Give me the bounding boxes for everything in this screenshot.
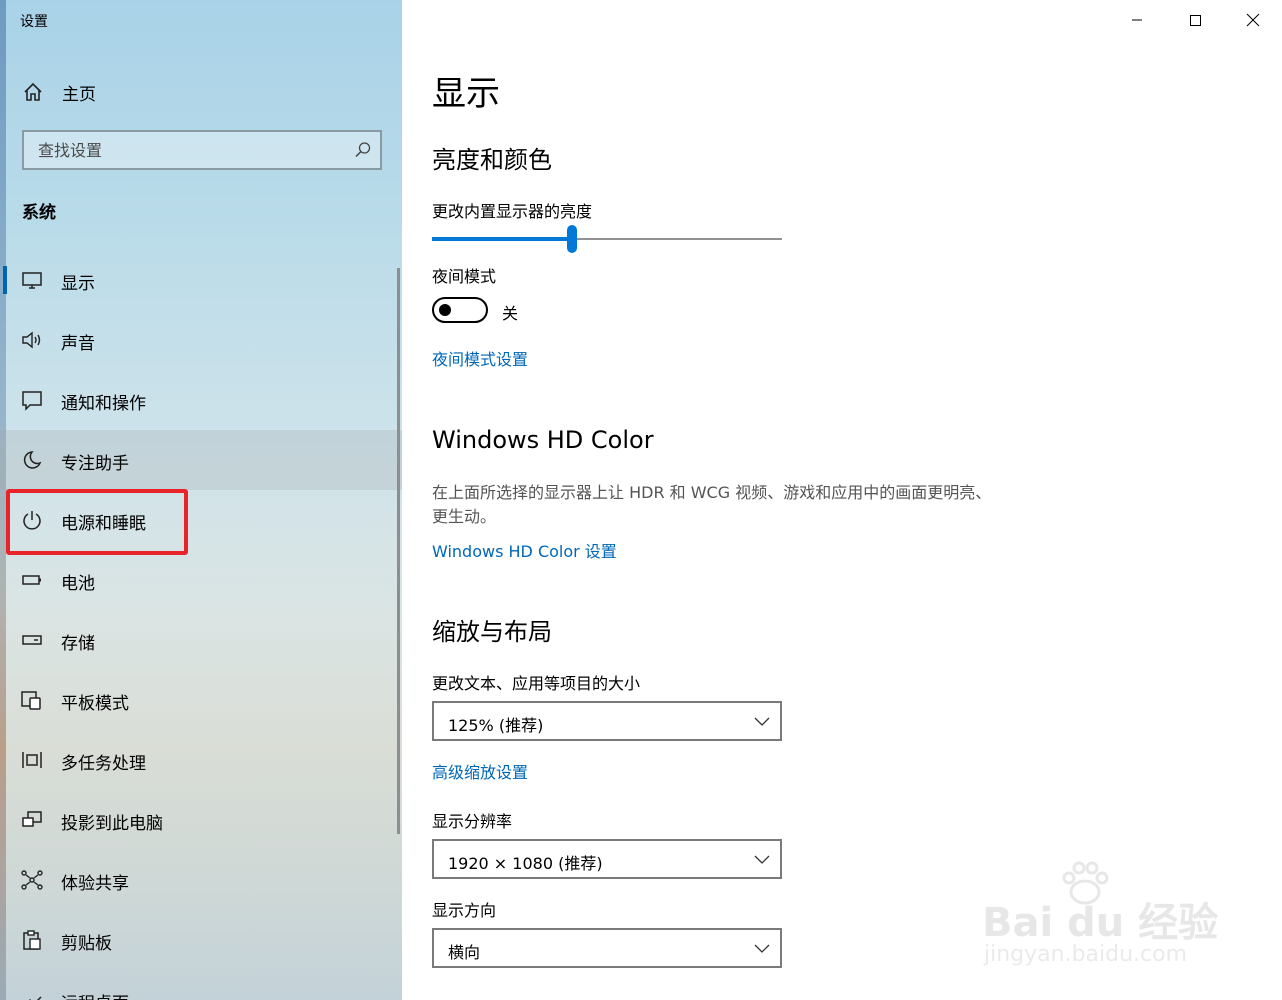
search-input[interactable] bbox=[24, 132, 344, 168]
search-box[interactable] bbox=[22, 130, 382, 170]
battery-icon bbox=[22, 575, 41, 585]
search-icon[interactable] bbox=[354, 141, 372, 159]
remote-desktop-icon bbox=[28, 996, 42, 1000]
sidebar: 设置 主页 系统 显示 声音 bbox=[0, 0, 402, 1000]
project-icon bbox=[22, 811, 42, 827]
sidebar-item-label: 存储 bbox=[61, 634, 95, 654]
hd-color-description: 在上面所选择的显示器上让 HDR 和 WCG 视频、游戏和应用中的画面更明亮、更… bbox=[432, 483, 992, 526]
resolution-dropdown[interactable]: 1920 × 1080 (推荐) bbox=[432, 839, 782, 879]
chevron-down-icon bbox=[754, 717, 770, 726]
moon-icon bbox=[23, 451, 42, 469]
sidebar-scrollbar[interactable] bbox=[397, 268, 400, 834]
sidebar-item-storage[interactable]: 存储 bbox=[0, 610, 402, 670]
close-icon[interactable] bbox=[1230, 4, 1276, 36]
orientation-dropdown[interactable]: 横向 bbox=[432, 928, 782, 968]
speaker-icon bbox=[22, 331, 41, 349]
sidebar-item-notifications[interactable]: 通知和操作 bbox=[0, 370, 402, 430]
sidebar-item-label: 电源和睡眠 bbox=[61, 514, 146, 534]
sidebar-item-label: 声音 bbox=[61, 334, 95, 354]
night-light-settings-link[interactable]: 夜间模式设置 bbox=[432, 346, 528, 370]
shared-experiences-icon bbox=[21, 870, 43, 890]
sidebar-item-remote-desktop[interactable]: 远程桌面 bbox=[0, 970, 402, 1000]
orientation-value: 横向 bbox=[448, 943, 481, 962]
monitor-icon bbox=[22, 272, 42, 289]
sidebar-item-tablet-mode[interactable]: 平板模式 bbox=[0, 670, 402, 730]
scale-label: 更改文本、应用等项目的大小 bbox=[432, 674, 641, 693]
sidebar-item-power-sleep[interactable]: 电源和睡眠 bbox=[0, 490, 402, 550]
slider-track bbox=[577, 238, 782, 240]
minimize-icon[interactable] bbox=[1114, 4, 1160, 36]
slider-track-fill bbox=[432, 237, 572, 241]
section-label-system: 系统 bbox=[22, 203, 56, 223]
brightness-slider-label: 更改内置显示器的亮度 bbox=[432, 202, 593, 221]
notification-icon bbox=[22, 391, 42, 411]
sidebar-item-battery[interactable]: 电池 bbox=[0, 550, 402, 610]
sidebar-item-clipboard[interactable]: 剪贴板 bbox=[0, 910, 402, 970]
multitasking-icon bbox=[22, 752, 42, 768]
resolution-value: 1920 × 1080 (推荐) bbox=[448, 854, 603, 873]
sidebar-item-label: 投影到此电脑 bbox=[61, 814, 163, 834]
home-button[interactable]: 主页 bbox=[0, 70, 402, 112]
home-label: 主页 bbox=[62, 85, 96, 105]
advanced-scaling-link[interactable]: 高级缩放设置 bbox=[432, 759, 528, 783]
app-title: 设置 bbox=[20, 14, 48, 30]
toggle-knob bbox=[439, 304, 451, 316]
slider-thumb[interactable] bbox=[567, 225, 577, 253]
scale-dropdown[interactable]: 125% (推荐) bbox=[432, 701, 782, 741]
watermark-brand: Bai du 经验 bbox=[982, 900, 1219, 946]
sidebar-item-sound[interactable]: 声音 bbox=[0, 310, 402, 370]
sidebar-item-multitasking[interactable]: 多任务处理 bbox=[0, 730, 402, 790]
page-title: 显示 bbox=[432, 74, 500, 114]
tablet-mode-icon bbox=[21, 691, 41, 710]
sidebar-item-focus-assist[interactable]: 专注助手 bbox=[0, 430, 402, 490]
maximize-icon[interactable] bbox=[1172, 4, 1218, 36]
chevron-down-icon bbox=[754, 855, 770, 864]
storage-icon bbox=[22, 635, 42, 645]
chevron-down-icon bbox=[754, 944, 770, 953]
power-icon bbox=[23, 511, 41, 530]
sidebar-item-label: 多任务处理 bbox=[61, 754, 146, 774]
scale-value: 125% (推荐) bbox=[448, 716, 544, 735]
hd-color-settings-link[interactable]: Windows HD Color 设置 bbox=[432, 538, 617, 562]
sidebar-item-label: 通知和操作 bbox=[61, 394, 146, 414]
sidebar-item-label: 剪贴板 bbox=[61, 934, 112, 954]
sidebar-item-label: 体验共享 bbox=[61, 874, 129, 894]
brightness-heading: 亮度和颜色 bbox=[432, 146, 552, 174]
scale-layout-heading: 缩放与布局 bbox=[432, 618, 552, 646]
clipboard-icon bbox=[23, 930, 41, 950]
home-icon bbox=[24, 82, 42, 101]
content-pane: 显示 亮度和颜色 更改内置显示器的亮度 夜间模式 关 夜间模式设置 Window… bbox=[402, 0, 1282, 1000]
sidebar-item-label: 专注助手 bbox=[61, 454, 129, 474]
night-light-state: 关 bbox=[502, 304, 519, 323]
hd-color-heading: Windows HD Color bbox=[432, 426, 654, 454]
baidu-watermark: Bai du 经验 jingyan.baidu.com bbox=[982, 860, 1222, 970]
watermark-url: jingyan.baidu.com bbox=[984, 942, 1188, 967]
night-light-toggle[interactable] bbox=[432, 297, 488, 323]
night-light-label: 夜间模式 bbox=[432, 267, 497, 286]
sidebar-item-display[interactable]: 显示 bbox=[0, 250, 402, 310]
resolution-label: 显示分辨率 bbox=[432, 812, 513, 831]
sidebar-item-label: 远程桌面 bbox=[61, 989, 129, 1000]
nav-list: 显示 声音 通知和操作 专注助手 电源和睡眠 电池 存储 平板模式 多任务处理 … bbox=[0, 250, 402, 1000]
selected-indicator bbox=[3, 266, 7, 294]
sidebar-item-project[interactable]: 投影到此电脑 bbox=[0, 790, 402, 850]
sidebar-item-label: 平板模式 bbox=[61, 694, 129, 714]
orientation-label: 显示方向 bbox=[432, 901, 497, 920]
sidebar-item-label: 显示 bbox=[61, 274, 95, 294]
sidebar-item-label: 电池 bbox=[61, 574, 95, 594]
brightness-slider[interactable] bbox=[432, 224, 782, 254]
sidebar-item-shared-experiences[interactable]: 体验共享 bbox=[0, 850, 402, 910]
